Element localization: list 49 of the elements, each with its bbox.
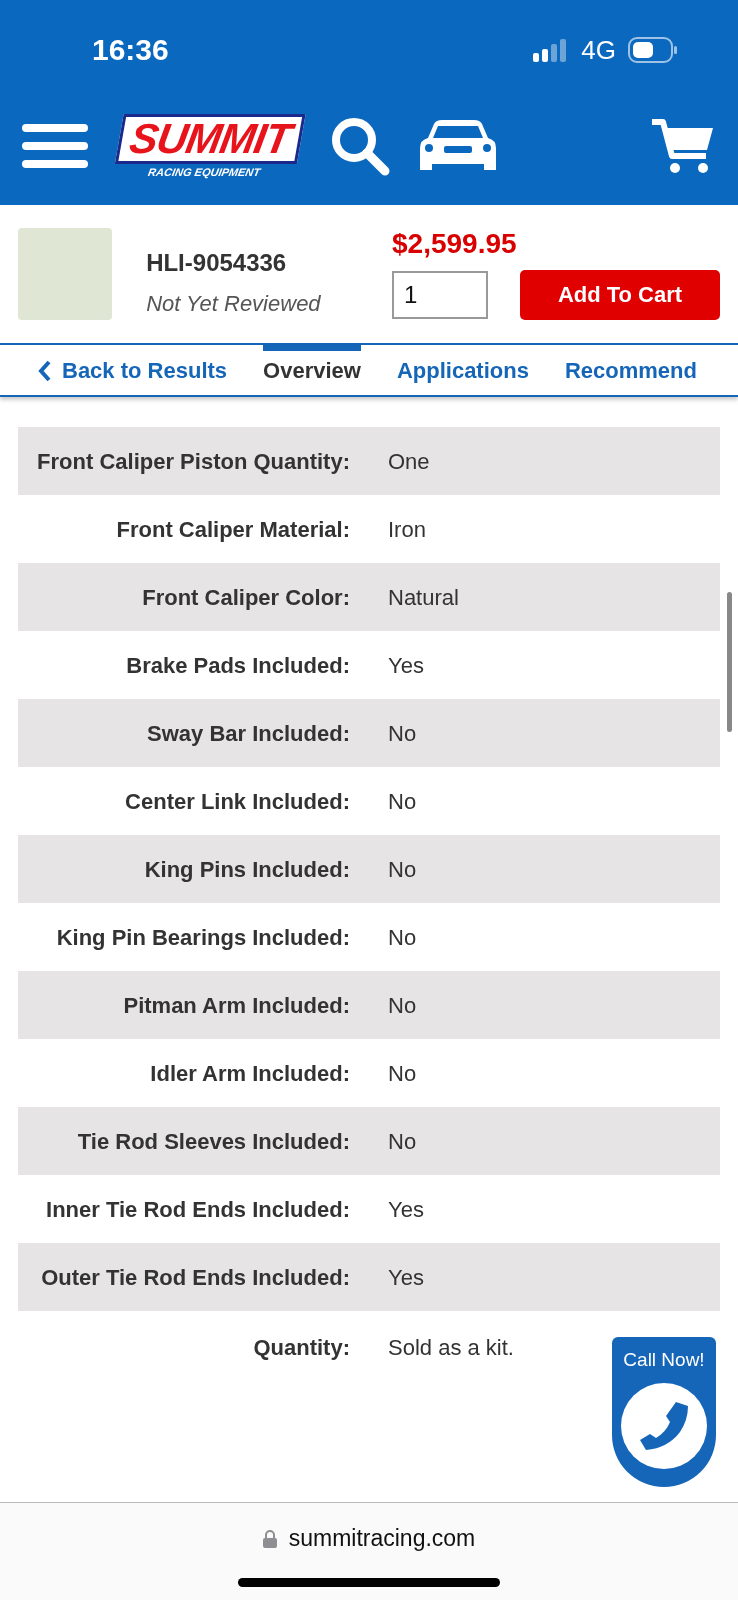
status-time: 16:36: [92, 33, 169, 67]
spec-label: Idler Arm Included:: [149, 1060, 350, 1088]
spec-value: No: [387, 992, 417, 1020]
spec-value: No: [387, 1060, 417, 1088]
spec-label: Inner Tie Rod Ends Included:: [45, 1196, 350, 1224]
spec-value: Natural: [387, 584, 459, 612]
quantity-field[interactable]: 1: [392, 271, 488, 319]
phone-icon: [638, 1400, 690, 1452]
nav-tab[interactable]: Applications: [396, 345, 529, 395]
spec-value: Yes: [387, 652, 424, 680]
spec-value: Sold as a kit.: [387, 1334, 514, 1362]
spec-label: Front Caliper Color:: [141, 584, 350, 612]
spec-value: No: [387, 1128, 417, 1156]
spec-label: Outer Tie Rod Ends Included:: [40, 1264, 350, 1292]
spec-value: One: [387, 448, 430, 476]
spec-label: Sway Bar Included:: [146, 720, 350, 748]
back-link[interactable]: Back to Results: [38, 345, 228, 395]
spec-label: King Pins Included:: [143, 856, 350, 884]
network-label: 4G: [581, 34, 616, 66]
search-icon[interactable]: [329, 116, 390, 177]
spec-label: Tie Rod Sleeves Included:: [76, 1128, 350, 1156]
spec-label: Center Link Included:: [124, 788, 350, 816]
spec-label: Pitman Arm Included:: [122, 992, 350, 1020]
menu-icon[interactable]: [22, 122, 88, 171]
spec-label: Brake Pads Included:: [125, 652, 350, 680]
call-now-button[interactable]: Call Now!: [612, 1337, 716, 1487]
spec-label: Front Caliper Piston Quantity:: [36, 448, 350, 476]
nav-tab[interactable]: Recommend: [564, 345, 697, 395]
add-to-cart-button[interactable]: Add To Cart: [520, 270, 720, 320]
cart-icon[interactable]: [652, 118, 714, 175]
spec-value: No: [387, 924, 417, 952]
spec-label: Front Caliper Material:: [115, 516, 350, 544]
spec-value: No: [387, 720, 417, 748]
spec-label: King Pin Bearings Included:: [55, 924, 350, 952]
review-status: Not Yet Reviewed: [146, 291, 322, 317]
url-text[interactable]: summitracing.com: [288, 1525, 476, 1552]
spec-label: Quantity:: [252, 1334, 350, 1362]
spec-value: Yes: [387, 1196, 424, 1224]
spec-value: Iron: [387, 516, 426, 544]
product-price: $2,599.95: [392, 228, 518, 260]
spec-value: No: [387, 788, 417, 816]
battery-icon: [628, 37, 678, 63]
part-number: HLI-9054336: [146, 249, 288, 277]
nav-tab[interactable]: Overview: [263, 345, 361, 395]
spec-value: No: [387, 856, 417, 884]
spec-value: Yes: [387, 1264, 424, 1292]
lock-icon: [262, 1529, 277, 1548]
chevron-left-icon: [38, 360, 52, 382]
car-icon[interactable]: [419, 120, 496, 173]
